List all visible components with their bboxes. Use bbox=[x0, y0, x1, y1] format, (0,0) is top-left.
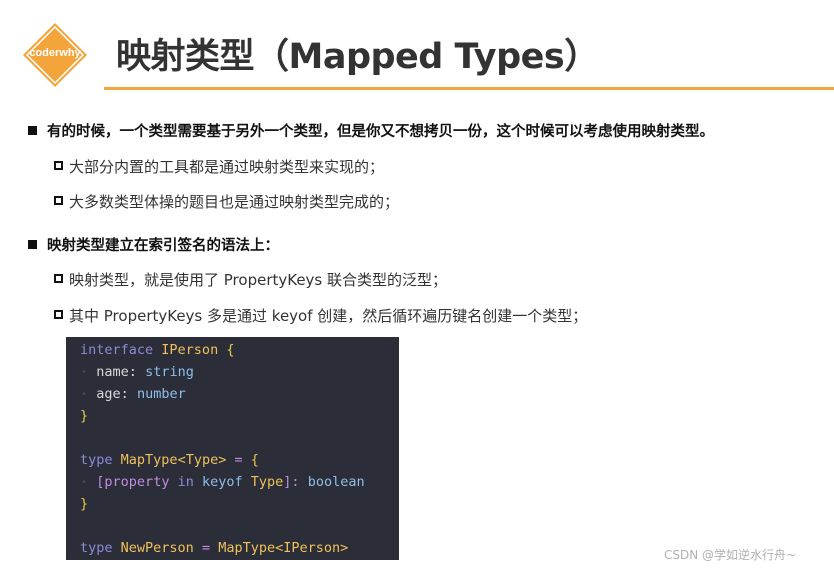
bullet-level2: 大多数类型体操的题目也是通过映射类型完成的； bbox=[54, 191, 399, 212]
bullet-level2: 其中 PropertyKeys 多是通过 keyof 创建，然后循环遍历键名创建… bbox=[54, 305, 587, 326]
code-property: property bbox=[104, 474, 170, 490]
code-colon: : bbox=[120, 386, 129, 402]
code-keyword: interface bbox=[80, 342, 154, 358]
code-brace: { bbox=[250, 452, 259, 468]
hollow-square-icon bbox=[54, 196, 63, 205]
code-type: string bbox=[145, 364, 194, 380]
coderwhy-logo: coderwhy bbox=[22, 22, 88, 88]
code-generic: <Type> bbox=[177, 452, 227, 468]
hollow-square-icon bbox=[54, 310, 63, 319]
hollow-square-icon bbox=[54, 161, 63, 170]
code-colon: : bbox=[128, 364, 137, 380]
bullet-level1: 有的时候，一个类型需要基于另外一个类型，但是你又不想拷贝一份，这个时候可以考虑使… bbox=[28, 120, 714, 141]
code-line: } bbox=[80, 406, 88, 426]
bullet-text: 有的时候，一个类型需要基于另外一个类型，但是你又不想拷贝一份，这个时候可以考虑使… bbox=[47, 124, 714, 140]
code-type-name: Type bbox=[250, 474, 284, 490]
bullet-level2: 映射类型，就是使用了 PropertyKeys 联合类型的泛型； bbox=[54, 269, 447, 290]
code-line: · [property in keyof Type]: boolean bbox=[80, 474, 365, 490]
code-type-name: MapType bbox=[120, 452, 178, 468]
code-property: name bbox=[96, 364, 129, 380]
filled-square-icon bbox=[28, 125, 37, 135]
bullet-level2: 大部分内置的工具都是通过映射类型来实现的； bbox=[54, 156, 384, 177]
bullet-text: 大部分内置的工具都是通过映射类型来实现的； bbox=[69, 158, 385, 176]
page-title: 映射类型（Mapped Types） bbox=[116, 37, 599, 77]
code-bracket: ]: bbox=[283, 474, 300, 490]
code-line: } bbox=[80, 494, 88, 514]
code-type-name: MapType<IPerson> bbox=[218, 540, 349, 556]
code-operator: = bbox=[201, 540, 211, 556]
code-property: age bbox=[96, 386, 121, 402]
code-line: type MapType<Type> = { bbox=[80, 450, 259, 470]
logo-text: coderwhy bbox=[29, 47, 81, 59]
code-keyword: type bbox=[80, 540, 113, 556]
code-keyword: in bbox=[177, 474, 194, 490]
bullet-text: 其中 PropertyKeys 多是通过 keyof 创建，然后循环遍历键名创建… bbox=[69, 307, 588, 325]
code-operator: = bbox=[234, 452, 243, 468]
code-type-name: IPerson bbox=[161, 342, 219, 358]
slide-header: coderwhy 映射类型（Mapped Types） bbox=[0, 0, 834, 96]
code-type: boolean bbox=[307, 474, 365, 490]
bullet-level1: 映射类型建立在索引签名的语法上： bbox=[28, 234, 279, 255]
code-brace: { bbox=[226, 342, 235, 358]
bullet-text: 映射类型建立在索引签名的语法上： bbox=[47, 238, 279, 254]
code-line: · age: number bbox=[80, 386, 186, 402]
code-line: interface IPerson { bbox=[80, 340, 234, 360]
code-block: interface IPerson { · name: string · age… bbox=[66, 337, 399, 560]
bullet-text: 映射类型，就是使用了 PropertyKeys 联合类型的泛型； bbox=[69, 271, 448, 289]
code-brace: } bbox=[80, 496, 89, 512]
hollow-square-icon bbox=[54, 274, 63, 283]
bullet-text: 大多数类型体操的题目也是通过映射类型完成的； bbox=[69, 193, 400, 211]
title-underline bbox=[104, 87, 834, 90]
code-brace: } bbox=[80, 408, 89, 424]
code-keyword: keyof bbox=[202, 474, 243, 490]
code-type-name: NewPerson bbox=[120, 540, 194, 556]
filled-square-icon bbox=[28, 239, 37, 249]
code-type: number bbox=[136, 386, 186, 402]
code-line: · name: string bbox=[80, 364, 194, 380]
csdn-watermark: CSDN @学如逆水行舟~ bbox=[664, 548, 797, 562]
code-line: type NewPerson = MapType<IPerson> bbox=[80, 538, 348, 558]
code-keyword: type bbox=[80, 452, 113, 468]
